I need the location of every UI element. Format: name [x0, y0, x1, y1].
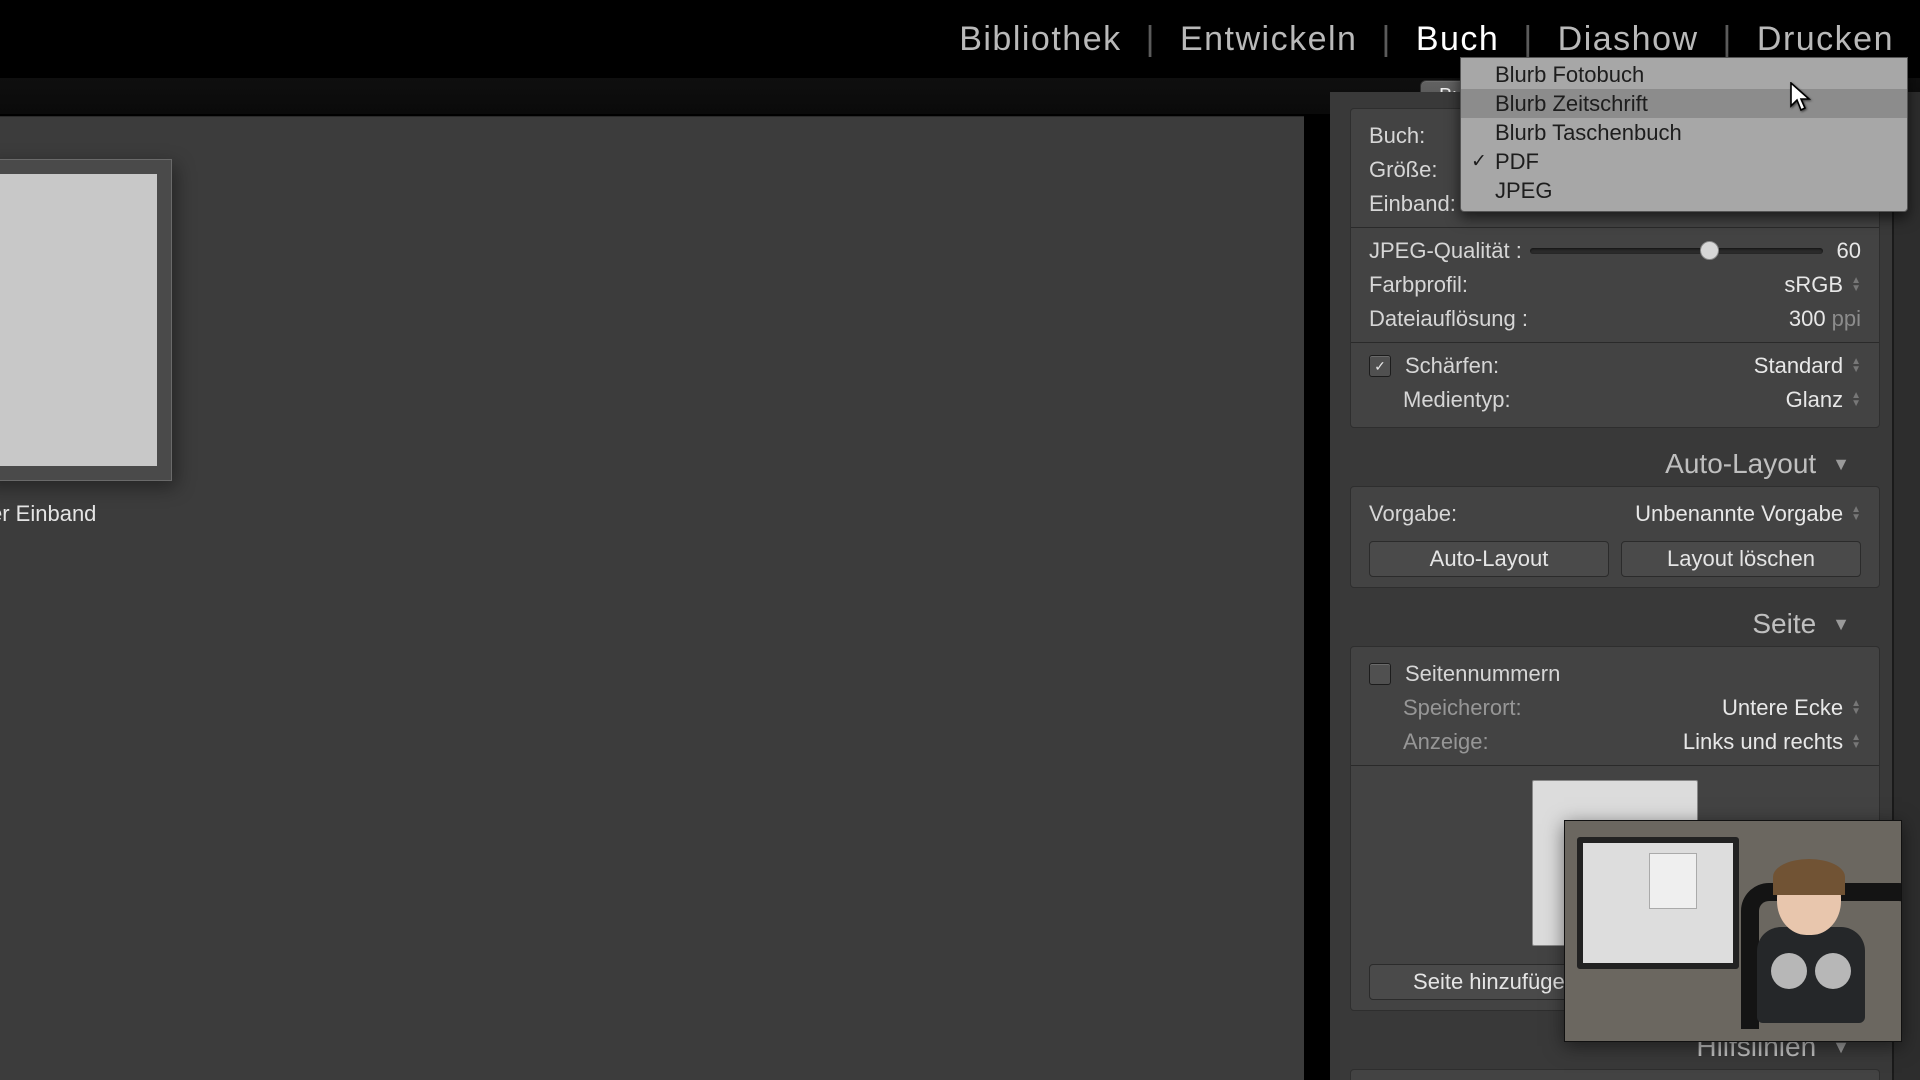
- stepper-icon: [1851, 277, 1861, 293]
- popup-item-blurb-fotobuch[interactable]: Blurb Fotobuch: [1461, 60, 1907, 89]
- section-auto-layout-label: Auto-Layout: [1665, 448, 1816, 480]
- clear-layout-button[interactable]: Layout löschen: [1621, 541, 1861, 577]
- auto-layout-button[interactable]: Auto-Layout: [1369, 541, 1609, 577]
- row-media-type: Medientyp: Glanz: [1369, 383, 1861, 417]
- book-cover-tile[interactable]: +: [0, 159, 172, 481]
- webcam-person: [1751, 861, 1871, 1031]
- section-auto-layout-header[interactable]: Auto-Layout ▼: [1330, 438, 1880, 486]
- nav-separator: |: [1146, 20, 1156, 59]
- value-preset: Unbenannte Vorgabe: [1635, 501, 1843, 527]
- stepper-icon: [1851, 358, 1861, 374]
- unit-file-resolution: ppi: [1832, 306, 1861, 332]
- nav-buch[interactable]: Buch: [1416, 20, 1500, 59]
- webcam-monitor: [1577, 837, 1739, 969]
- label-book: Buch:: [1369, 123, 1425, 149]
- section-page-header[interactable]: Seite ▼: [1330, 598, 1880, 646]
- nav-separator: |: [1381, 20, 1391, 59]
- jpeg-quality-slider[interactable]: [1530, 248, 1823, 254]
- row-file-resolution: Dateiauflösung : 300 ppi: [1369, 302, 1861, 336]
- row-storage: Speicherort: Untere Ecke: [1369, 691, 1861, 725]
- label-preset: Vorgabe:: [1369, 501, 1457, 527]
- row-preset: Vorgabe: Unbenannte Vorgabe: [1369, 497, 1861, 531]
- media-type-select[interactable]: Glanz: [1786, 387, 1861, 413]
- label-file-resolution: Dateiauflösung :: [1369, 306, 1528, 332]
- nav-bibliothek[interactable]: Bibliothek: [959, 20, 1121, 59]
- nav-drucken[interactable]: Drucken: [1757, 20, 1894, 59]
- webcam-overlay: [1564, 820, 1902, 1042]
- label-size: Größe:: [1369, 157, 1437, 183]
- book-type-popup[interactable]: Blurb Fotobuch Blurb Zeitschrift Blurb T…: [1460, 57, 1908, 212]
- guides-group: Rasterausrichtung: Zellen: [1350, 1069, 1880, 1080]
- storage-select[interactable]: Untere Ecke: [1722, 695, 1861, 721]
- value-display: Links und rechts: [1683, 729, 1843, 755]
- jpeg-quality-value[interactable]: 60: [1837, 238, 1861, 264]
- disclosure-triangle-icon: ▼: [1832, 454, 1850, 475]
- cover-inner: [0, 174, 157, 466]
- popup-item-blurb-taschenbuch[interactable]: Blurb Taschenbuch: [1461, 118, 1907, 147]
- section-page-label: Seite: [1752, 608, 1816, 640]
- pagenumbers-checkbox[interactable]: [1369, 663, 1391, 685]
- popup-item-label: JPEG: [1495, 178, 1552, 203]
- popup-item-label: Blurb Fotobuch: [1495, 62, 1644, 87]
- value-sharpen: Standard: [1754, 353, 1843, 379]
- display-select[interactable]: Links und rechts: [1683, 729, 1861, 755]
- popup-item-pdf[interactable]: ✓ PDF: [1461, 147, 1907, 176]
- auto-layout-group: Vorgabe: Unbenannte Vorgabe Auto-Layout …: [1350, 486, 1880, 588]
- popup-item-label: Blurb Zeitschrift: [1495, 91, 1648, 116]
- checkmark-icon: ✓: [1471, 148, 1487, 175]
- popup-item-label: PDF: [1495, 149, 1539, 174]
- sharpen-checkbox[interactable]: ✓: [1369, 355, 1391, 377]
- stepper-icon: [1851, 506, 1861, 522]
- label-storage: Speicherort:: [1403, 695, 1522, 721]
- value-storage: Untere Ecke: [1722, 695, 1843, 721]
- jpeg-quality-slider-thumb[interactable]: [1700, 241, 1719, 260]
- label-media-type: Medientyp:: [1403, 387, 1511, 413]
- file-resolution-field[interactable]: 300 ppi: [1789, 306, 1861, 332]
- preset-select[interactable]: Unbenannte Vorgabe: [1635, 501, 1861, 527]
- stepper-icon: [1851, 392, 1861, 408]
- nav-entwickeln[interactable]: Entwickeln: [1180, 20, 1358, 59]
- sharpen-select[interactable]: Standard: [1754, 353, 1861, 379]
- book-canvas[interactable]: + er Einband: [0, 116, 1304, 1080]
- row-jpeg-quality: JPEG-Qualität : 60: [1369, 234, 1861, 268]
- label-sharpen: Schärfen:: [1405, 353, 1499, 379]
- nav-diashow[interactable]: Diashow: [1558, 20, 1699, 59]
- row-color-profile: Farbprofil: sRGB: [1369, 268, 1861, 302]
- stepper-icon: [1851, 700, 1861, 716]
- row-sharpen: ✓ Schärfen: Standard: [1369, 349, 1861, 383]
- label-jpeg-quality: JPEG-Qualität :: [1369, 238, 1522, 264]
- label-binding: Einband:: [1369, 191, 1456, 217]
- nav-separator: |: [1723, 20, 1733, 59]
- popup-item-blurb-zeitschrift[interactable]: Blurb Zeitschrift: [1461, 89, 1907, 118]
- row-display: Anzeige: Links und rechts: [1369, 725, 1861, 759]
- cover-caption: er Einband: [0, 501, 96, 527]
- value-media-type: Glanz: [1786, 387, 1843, 413]
- disclosure-triangle-icon: ▼: [1832, 614, 1850, 635]
- stepper-icon: [1851, 734, 1861, 750]
- label-color-profile: Farbprofil:: [1369, 272, 1468, 298]
- popup-item-label: Blurb Taschenbuch: [1495, 120, 1682, 145]
- nav-separator: |: [1523, 20, 1533, 59]
- popup-item-jpeg[interactable]: JPEG: [1461, 176, 1907, 205]
- value-file-resolution: 300: [1789, 306, 1826, 332]
- value-color-profile: sRGB: [1784, 272, 1843, 298]
- label-display: Anzeige:: [1403, 729, 1489, 755]
- color-profile-select[interactable]: sRGB: [1784, 272, 1861, 298]
- label-pagenumbers: Seitennummern: [1405, 661, 1560, 687]
- row-pagenumbers: Seitennummern: [1369, 657, 1861, 691]
